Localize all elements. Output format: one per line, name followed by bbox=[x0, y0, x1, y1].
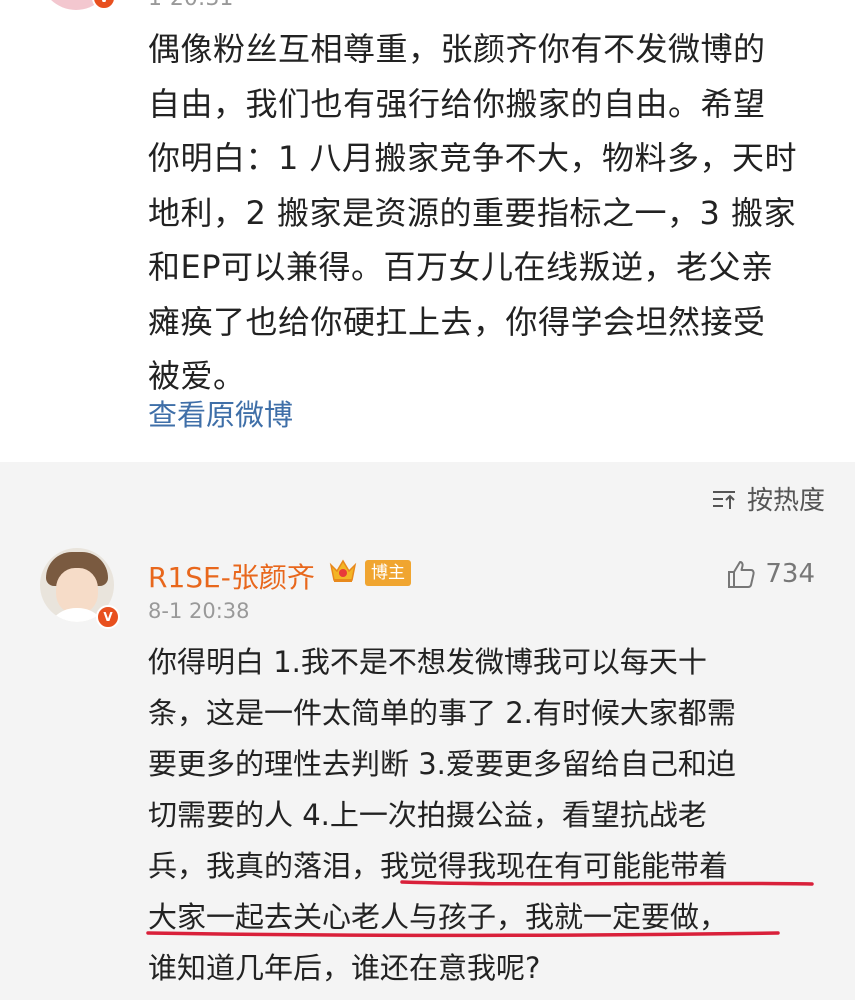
author-badge: 博主 bbox=[365, 560, 411, 586]
post-text: 偶像粉丝互相尊重，张颜齐你有不发微博的 自由，我们也有强行给你搬家的自由。希望 … bbox=[148, 30, 798, 395]
view-original-link[interactable]: 查看原微博 bbox=[148, 392, 293, 434]
comment-author[interactable]: R1SE-张颜齐 bbox=[148, 556, 315, 596]
like-count: 734 bbox=[765, 559, 815, 589]
verified-icon: V bbox=[96, 605, 120, 629]
comment-text: 你得明白 1.我不是不想发微博我可以每天十 条，这是一件太简单的事了 2.有时候… bbox=[148, 645, 736, 985]
sort-icon bbox=[712, 490, 735, 509]
like-button[interactable]: 734 bbox=[725, 558, 815, 590]
comments-section: 按热度 V R1SE-张颜齐 博主 8-1 20:38 734 你得明白 1.我… bbox=[0, 462, 855, 1000]
thumbs-up-icon bbox=[728, 561, 755, 588]
comment-time: 8-1 20:38 bbox=[148, 599, 250, 623]
original-post: V 1-20:31 偶像粉丝互相尊重，张颜齐你有不发微博的 自由，我们也有强行给… bbox=[0, 0, 855, 462]
verified-icon: V bbox=[92, 0, 116, 10]
crown-icon bbox=[329, 559, 357, 582]
post-time: 1-20:31 bbox=[148, 0, 233, 11]
sort-by-hot-button[interactable]: 按热度 bbox=[711, 480, 825, 517]
sort-label: 按热度 bbox=[746, 486, 825, 516]
